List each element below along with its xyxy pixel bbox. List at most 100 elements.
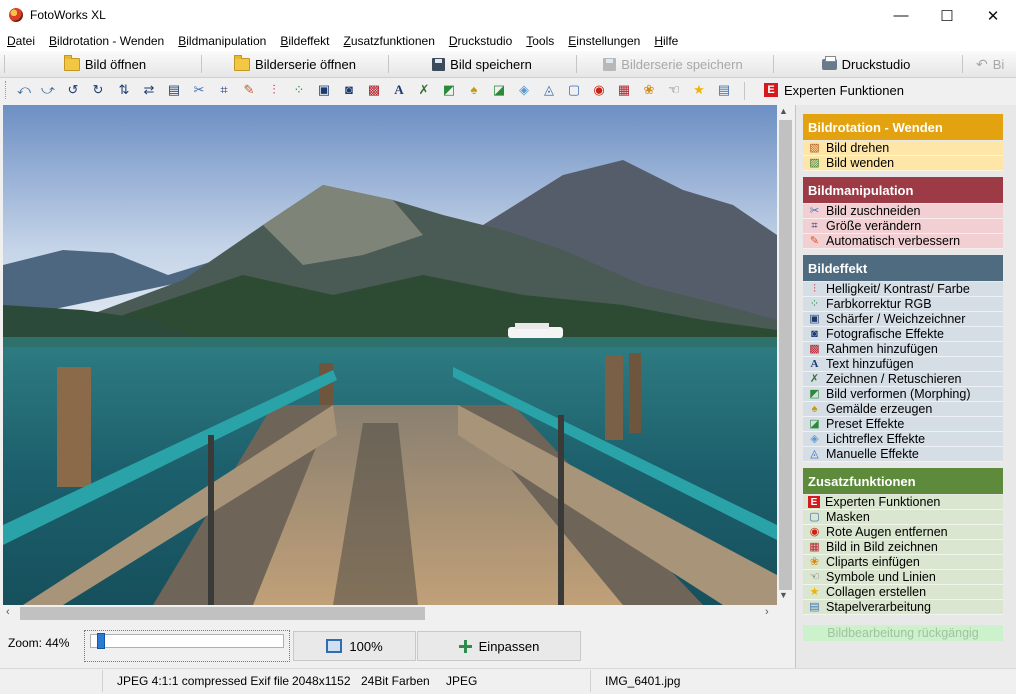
- save-series-button[interactable]: Bilderserie speichern: [578, 53, 768, 75]
- photo-effect-icon[interactable]: ◙: [341, 82, 357, 98]
- zoom-100-button[interactable]: 100%: [293, 631, 416, 661]
- menu-tools[interactable]: Tools: [519, 34, 561, 48]
- expert-icon: E: [808, 496, 820, 508]
- panel-item-text[interactable]: A Text hinzufügen: [803, 357, 1003, 372]
- section-header-bildrotation[interactable]: Bildrotation - Wenden: [803, 114, 1003, 140]
- menu-zusatzfunktionen[interactable]: Zusatzfunktionen: [336, 34, 441, 48]
- rotate-right-icon[interactable]: ⤻: [40, 82, 56, 98]
- panel-item-bild-in-bild[interactable]: ▦ Bild in Bild zeichnen: [803, 540, 1003, 555]
- red-eye-icon[interactable]: ◉: [591, 82, 607, 98]
- status-color-depth: 24Bit Farben: [361, 674, 430, 688]
- image-canvas[interactable]: [3, 105, 777, 605]
- levels-icon[interactable]: ⫶: [266, 82, 282, 98]
- minimize-button[interactable]: —: [878, 0, 924, 31]
- text-icon[interactable]: A: [391, 82, 407, 98]
- zoom-slider-thumb[interactable]: [97, 633, 106, 649]
- vertical-scroll-thumb[interactable]: [779, 120, 792, 590]
- section-header-bildeffekt[interactable]: Bildeffekt: [803, 255, 1003, 281]
- panel-item-zeichnen[interactable]: ✗ Zeichnen / Retuschieren: [803, 372, 1003, 387]
- lens-flare-icon[interactable]: ◈: [516, 82, 532, 98]
- draw-icon[interactable]: ✗: [416, 82, 432, 98]
- panel-item-zuschneiden[interactable]: ✂ Bild zuschneiden: [803, 204, 1003, 219]
- batch-icon[interactable]: ▤: [716, 82, 732, 98]
- panel-item-schaerfer[interactable]: ▣ Schärfer / Weichzeichner: [803, 312, 1003, 327]
- crop-icon[interactable]: ⌗: [216, 82, 232, 98]
- expert-functions-label: Experten Funktionen: [784, 82, 904, 98]
- menu-hilfe[interactable]: Hilfe: [647, 34, 685, 48]
- section-header-zusatzfunktionen[interactable]: Zusatzfunktionen: [803, 468, 1003, 494]
- mirror-icon[interactable]: ⇄: [141, 82, 157, 98]
- folder-icon: [234, 54, 251, 71]
- clipart-icon[interactable]: ❀: [641, 82, 657, 98]
- menu-bildmanipulation[interactable]: Bildmanipulation: [171, 34, 273, 48]
- star-icon: ★: [809, 585, 820, 598]
- flip-icon[interactable]: ⇅: [116, 82, 132, 98]
- zoom-slider-track[interactable]: [90, 634, 284, 648]
- scroll-up-icon[interactable]: ▲: [779, 106, 788, 116]
- symbol-icon: ☜: [809, 570, 820, 583]
- panel-item-fotografische[interactable]: ◙ Fotografische Effekte: [803, 327, 1003, 342]
- mask-icon[interactable]: ▢: [566, 82, 582, 98]
- expert-functions-button[interactable]: E Experten Funktionen: [764, 81, 904, 99]
- panel-item-masken[interactable]: ▢ Masken: [803, 510, 1003, 525]
- panel-item-symbole[interactable]: ☜ Symbole und Linien: [803, 570, 1003, 585]
- morph-icon[interactable]: ◩: [441, 82, 457, 98]
- panel-item-gemaelde[interactable]: ♠ Gemälde erzeugen: [803, 402, 1003, 417]
- panel-item-automatisch[interactable]: ✎ Automatisch verbessern: [803, 234, 1003, 249]
- panel-item-manuelle[interactable]: ◬ Manuelle Effekte: [803, 447, 1003, 462]
- sharpen-icon[interactable]: ▣: [316, 82, 332, 98]
- paint-icon[interactable]: ♠: [466, 82, 482, 98]
- rotate-cw-icon[interactable]: ↻: [90, 82, 106, 98]
- maximize-button[interactable]: ☐: [924, 0, 970, 31]
- menu-druckstudio[interactable]: Druckstudio: [442, 34, 519, 48]
- resize-icon[interactable]: ▤: [166, 82, 182, 98]
- section-header-bildmanipulation[interactable]: Bildmanipulation: [803, 177, 1003, 203]
- save-image-button[interactable]: Bild speichern: [390, 53, 574, 75]
- panel-item-bild-drehen[interactable]: ▧ Bild drehen: [803, 141, 1003, 156]
- horizontal-scroll-thumb[interactable]: [20, 607, 425, 620]
- fit-button[interactable]: Einpassen: [417, 631, 581, 661]
- cut-icon[interactable]: ✂: [191, 82, 207, 98]
- panel-item-bild-wenden[interactable]: ▨ Bild wenden: [803, 156, 1003, 171]
- menu-bildrotation[interactable]: Bildrotation - Wenden: [42, 34, 171, 48]
- menu-einstellungen[interactable]: Einstellungen: [561, 34, 647, 48]
- manual-effects-icon[interactable]: ◬: [541, 82, 557, 98]
- panel-item-experten[interactable]: E Experten Funktionen: [803, 495, 1003, 510]
- panel-item-rahmen[interactable]: ▩ Rahmen hinzufügen: [803, 342, 1003, 357]
- panel-item-farbkorrektur[interactable]: ⁘ Farbkorrektur RGB: [803, 297, 1003, 312]
- panel-item-groesse[interactable]: ⌗ Größe verändern: [803, 219, 1003, 234]
- undo-button[interactable]: ↶ Bi: [976, 53, 1016, 75]
- frame-icon[interactable]: ▩: [366, 82, 382, 98]
- preset-icon[interactable]: ◪: [491, 82, 507, 98]
- scroll-down-icon[interactable]: ▼: [779, 590, 788, 600]
- rotate-ccw-icon[interactable]: ↺: [65, 82, 81, 98]
- open-image-button[interactable]: Bild öffnen: [10, 53, 200, 75]
- menu-bildeffekt[interactable]: Bildeffekt: [273, 34, 336, 48]
- zoom-100-label: 100%: [349, 638, 383, 654]
- scroll-left-icon[interactable]: ‹: [6, 606, 10, 618]
- panel-item-label: Cliparts einfügen: [826, 555, 920, 569]
- star-icon[interactable]: ★: [691, 82, 707, 98]
- picture-in-picture-icon[interactable]: ▦: [616, 82, 632, 98]
- symbol-icon[interactable]: ☜: [666, 82, 682, 98]
- panel-item-rote-augen[interactable]: ◉ Rote Augen entfernen: [803, 525, 1003, 540]
- print-studio-button[interactable]: Druckstudio: [776, 53, 956, 75]
- menu-datei[interactable]: Datei: [0, 34, 42, 48]
- panel-item-collagen[interactable]: ★ Collagen erstellen: [803, 585, 1003, 600]
- panel-item-cliparts[interactable]: ❀ Cliparts einfügen: [803, 555, 1003, 570]
- panel-item-preset[interactable]: ◪ Preset Effekte: [803, 417, 1003, 432]
- panel-item-helligkeit[interactable]: ⫶ Helligkeit/ Kontrast/ Farbe: [803, 282, 1003, 297]
- undo-icon: ↶: [976, 55, 988, 72]
- scroll-right-icon[interactable]: ›: [765, 606, 769, 618]
- actual-size-icon: [326, 639, 343, 653]
- panel-item-morphing[interactable]: ◩ Bild verformen (Morphing): [803, 387, 1003, 402]
- panel-item-stapel[interactable]: ▤ Stapelverarbeitung: [803, 600, 1003, 615]
- panel-item-lichtreflex[interactable]: ◈ Lichtreflex Effekte: [803, 432, 1003, 447]
- close-button[interactable]: ✕: [970, 0, 1016, 31]
- open-series-button[interactable]: Bilderserie öffnen: [204, 53, 386, 75]
- wand-icon[interactable]: ✎: [241, 82, 257, 98]
- color-dots-icon[interactable]: ⁘: [291, 82, 307, 98]
- undo-edit-button[interactable]: Bildbearbeitung rückgängig: [803, 625, 1003, 641]
- rotate-left-icon[interactable]: ⤺: [16, 82, 32, 98]
- panel-item-label: Preset Effekte: [826, 417, 905, 431]
